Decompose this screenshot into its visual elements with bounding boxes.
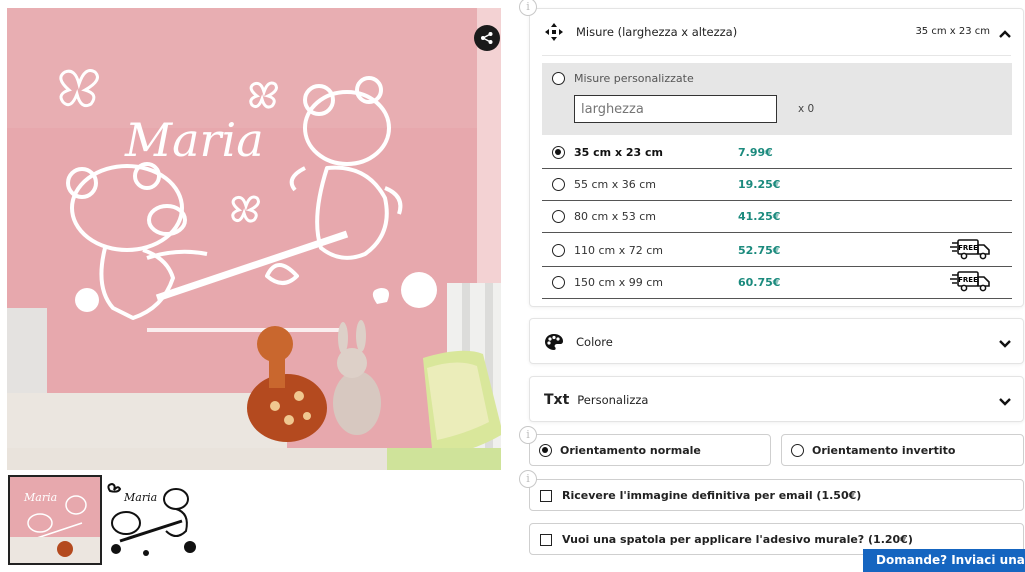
customize-text-panel[interactable]: Txt Personalizza xyxy=(529,376,1024,422)
thumbnail-sticker-image: Maria xyxy=(106,475,200,565)
chevron-down-icon[interactable] xyxy=(999,334,1011,353)
orientation-normal-radio[interactable] xyxy=(539,444,552,457)
width-input[interactable] xyxy=(574,95,777,123)
size-option-dimensions: 35 cm x 23 cm xyxy=(574,146,663,159)
size-option-price: 60.75€ xyxy=(738,276,781,289)
wall-sticker-scene: Maria xyxy=(7,8,501,470)
free-shipping-truck-icon: FREE xyxy=(950,271,990,292)
size-panel-title: Misure (larghezza x altezza) xyxy=(576,25,738,39)
size-panel: Misure (larghezza x altezza) 35 cm x 23 … xyxy=(529,8,1024,307)
custom-size-radio[interactable] xyxy=(552,72,565,85)
text-icon: Txt xyxy=(544,392,570,408)
thumbnail-photo[interactable]: Maria xyxy=(8,475,102,565)
size-option-row[interactable]: 35 cm x 23 cm 7.99€ xyxy=(542,137,1012,169)
free-badge-text: FREE xyxy=(958,244,978,252)
info-icon[interactable]: i xyxy=(519,426,537,444)
free-badge-text: FREE xyxy=(958,276,978,284)
orientation-inverted-radio[interactable] xyxy=(791,444,804,457)
color-panel-header[interactable]: Colore xyxy=(530,319,1023,365)
size-option-price: 7.99€ xyxy=(738,146,773,159)
spatula-checkbox[interactable] xyxy=(540,534,552,546)
customize-text-panel-title: Personalizza xyxy=(577,393,649,407)
selected-size-value: 35 cm x 23 cm xyxy=(915,26,990,37)
size-option-row[interactable]: 80 cm x 53 cm 41.25€ xyxy=(542,201,1012,233)
size-option-radio[interactable] xyxy=(552,244,565,257)
height-value: x 0 xyxy=(798,103,815,115)
orientation-inverted-option[interactable]: Orientamento invertito xyxy=(781,434,1024,466)
size-option-dimensions: 55 cm x 36 cm xyxy=(574,178,657,191)
info-icon[interactable]: i xyxy=(519,470,537,488)
size-option-radio[interactable] xyxy=(552,210,565,223)
size-option-row[interactable]: 110 cm x 72 cm 52.75€ FREE xyxy=(542,233,1012,267)
spatula-label: Vuoi una spatola per applicare l'adesivo… xyxy=(562,533,913,546)
size-option-radio[interactable] xyxy=(552,276,565,289)
size-option-dimensions: 110 cm x 72 cm xyxy=(574,244,664,257)
color-panel-title: Colore xyxy=(576,335,613,349)
product-main-image[interactable]: Maria xyxy=(7,8,501,470)
email-image-option[interactable]: Ricevere l'immagine definitiva per email… xyxy=(529,479,1024,511)
color-panel[interactable]: Colore xyxy=(529,318,1024,364)
size-option-dimensions: 80 cm x 53 cm xyxy=(574,210,657,223)
size-option-dimensions: 150 cm x 99 cm xyxy=(574,276,664,289)
orientation-normal-label: Orientamento normale xyxy=(560,444,701,457)
thumbnail-sticker[interactable]: Maria xyxy=(106,475,200,565)
chevron-down-icon[interactable] xyxy=(999,392,1011,411)
custom-size-block: Misure personalizzate x 0 xyxy=(542,63,1012,135)
custom-size-label: Misure personalizzate xyxy=(574,72,694,85)
size-header-divider xyxy=(542,55,1011,56)
chevron-up-icon[interactable] xyxy=(999,24,1011,43)
size-option-radio[interactable] xyxy=(552,146,565,159)
size-panel-header[interactable]: Misure (larghezza x altezza) 35 cm x 23 … xyxy=(530,9,1023,55)
share-icon xyxy=(481,32,493,44)
size-option-row[interactable]: 150 cm x 99 cm 60.75€ FREE xyxy=(542,265,1012,299)
size-option-price: 52.75€ xyxy=(738,244,781,257)
thumbnail-photo-image: Maria xyxy=(10,477,100,563)
move-arrows-icon xyxy=(544,21,568,43)
email-image-label: Ricevere l'immagine definitiva per email… xyxy=(562,489,862,502)
contact-email-button[interactable]: Domande? Inviaci una E-mail xyxy=(863,549,1025,572)
orientation-normal-option[interactable]: Orientamento normale xyxy=(529,434,771,466)
thumb-sticker-name-text: Maria xyxy=(123,491,157,504)
size-option-price: 41.25€ xyxy=(738,210,781,223)
free-shipping-truck-icon: FREE xyxy=(950,239,990,260)
customize-text-panel-header[interactable]: Txt Personalizza xyxy=(530,377,1023,423)
email-image-checkbox[interactable] xyxy=(540,490,552,502)
palette-icon xyxy=(544,331,568,353)
size-option-radio[interactable] xyxy=(552,178,565,191)
thumb-name-text: Maria xyxy=(23,491,57,504)
size-option-price: 19.25€ xyxy=(738,178,781,191)
orientation-inverted-label: Orientamento invertito xyxy=(812,444,956,457)
sticker-name-text: Maria xyxy=(124,113,264,167)
share-button[interactable] xyxy=(474,25,500,51)
size-option-row[interactable]: 55 cm x 36 cm 19.25€ xyxy=(542,169,1012,201)
